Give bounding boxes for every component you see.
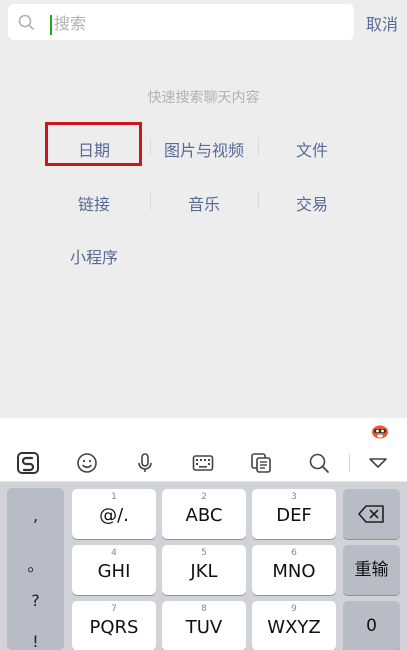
keyboard: , 。 ? ! 1 @/. 2 ABC 3 DEF 4 GHI 5 JKL 6 … (0, 482, 407, 650)
key-label: 重输 (354, 560, 389, 580)
backspace-icon (358, 505, 384, 523)
key-number: 9 (291, 604, 297, 614)
key-3[interactable]: 3 DEF (252, 489, 336, 539)
search-input[interactable] (54, 11, 334, 35)
keyboard-toolbar (0, 444, 407, 482)
search-hint-text: 快速搜索聊天内容 (147, 90, 260, 106)
search-bar[interactable] (8, 4, 354, 40)
emoji-icon[interactable] (76, 452, 98, 474)
punct-comma-key[interactable]: , (7, 506, 64, 525)
punct-period-key[interactable]: 。 (7, 552, 64, 576)
key-label: MNO (272, 561, 316, 582)
key-label: DEF (276, 505, 312, 526)
key-number: 8 (201, 604, 207, 614)
cancel-button[interactable]: 取消 (366, 11, 398, 35)
key-number: 4 (111, 548, 117, 558)
key-label: ABC (185, 505, 223, 526)
retype-key[interactable]: 重输 (343, 545, 400, 595)
key-number: 7 (111, 604, 117, 614)
text-caret (50, 15, 52, 35)
key-label: @/. (99, 505, 129, 526)
category-transactions[interactable]: 交易 (258, 191, 366, 215)
key-6[interactable]: 6 MNO (252, 545, 336, 595)
category-links[interactable]: 链接 (40, 191, 148, 215)
keyboard-icon[interactable] (192, 452, 214, 474)
key-2[interactable]: 2 ABC (162, 489, 246, 539)
key-7[interactable]: 7 PQRS (72, 601, 156, 650)
key-number: 5 (201, 548, 207, 558)
keyboard-top-strip (0, 418, 407, 444)
microphone-icon[interactable] (134, 452, 156, 474)
highlight-box (45, 122, 142, 166)
backspace-key[interactable] (343, 489, 400, 539)
key-label: JKL (190, 561, 218, 582)
punctuation-column[interactable]: , 。 ? ! (7, 488, 64, 650)
key-label: WXYZ (267, 617, 321, 638)
clipboard-icon[interactable] (250, 452, 272, 474)
key-number: 1 (111, 492, 117, 502)
key-8[interactable]: 8 TUV (162, 601, 246, 650)
key-label: GHI (97, 561, 131, 582)
key-4[interactable]: 4 GHI (72, 545, 156, 595)
search-icon (18, 14, 34, 30)
search-icon[interactable] (308, 452, 330, 474)
key-label: PQRS (89, 617, 139, 638)
key-1[interactable]: 1 @/. (72, 489, 156, 539)
key-number: 6 (291, 548, 297, 558)
key-number: 3 (291, 492, 297, 502)
sogou-logo-icon[interactable] (17, 452, 39, 474)
category-mini-programs[interactable]: 小程序 (40, 244, 148, 268)
zero-key[interactable]: 0 (343, 601, 400, 650)
category-files[interactable]: 文件 (258, 137, 366, 161)
sogou-mascot-icon[interactable] (371, 423, 389, 439)
punct-exclaim-key[interactable]: ! (7, 632, 64, 650)
key-number: 2 (201, 492, 207, 502)
key-5[interactable]: 5 JKL (162, 545, 246, 595)
punct-question-key[interactable]: ? (7, 591, 64, 610)
divider (349, 454, 350, 472)
category-music[interactable]: 音乐 (150, 191, 258, 215)
key-label: 0 (366, 616, 377, 636)
key-label: TUV (185, 617, 223, 638)
category-images-videos[interactable]: 图片与视频 (150, 137, 258, 161)
collapse-icon[interactable] (367, 452, 389, 474)
key-9[interactable]: 9 WXYZ (252, 601, 336, 650)
